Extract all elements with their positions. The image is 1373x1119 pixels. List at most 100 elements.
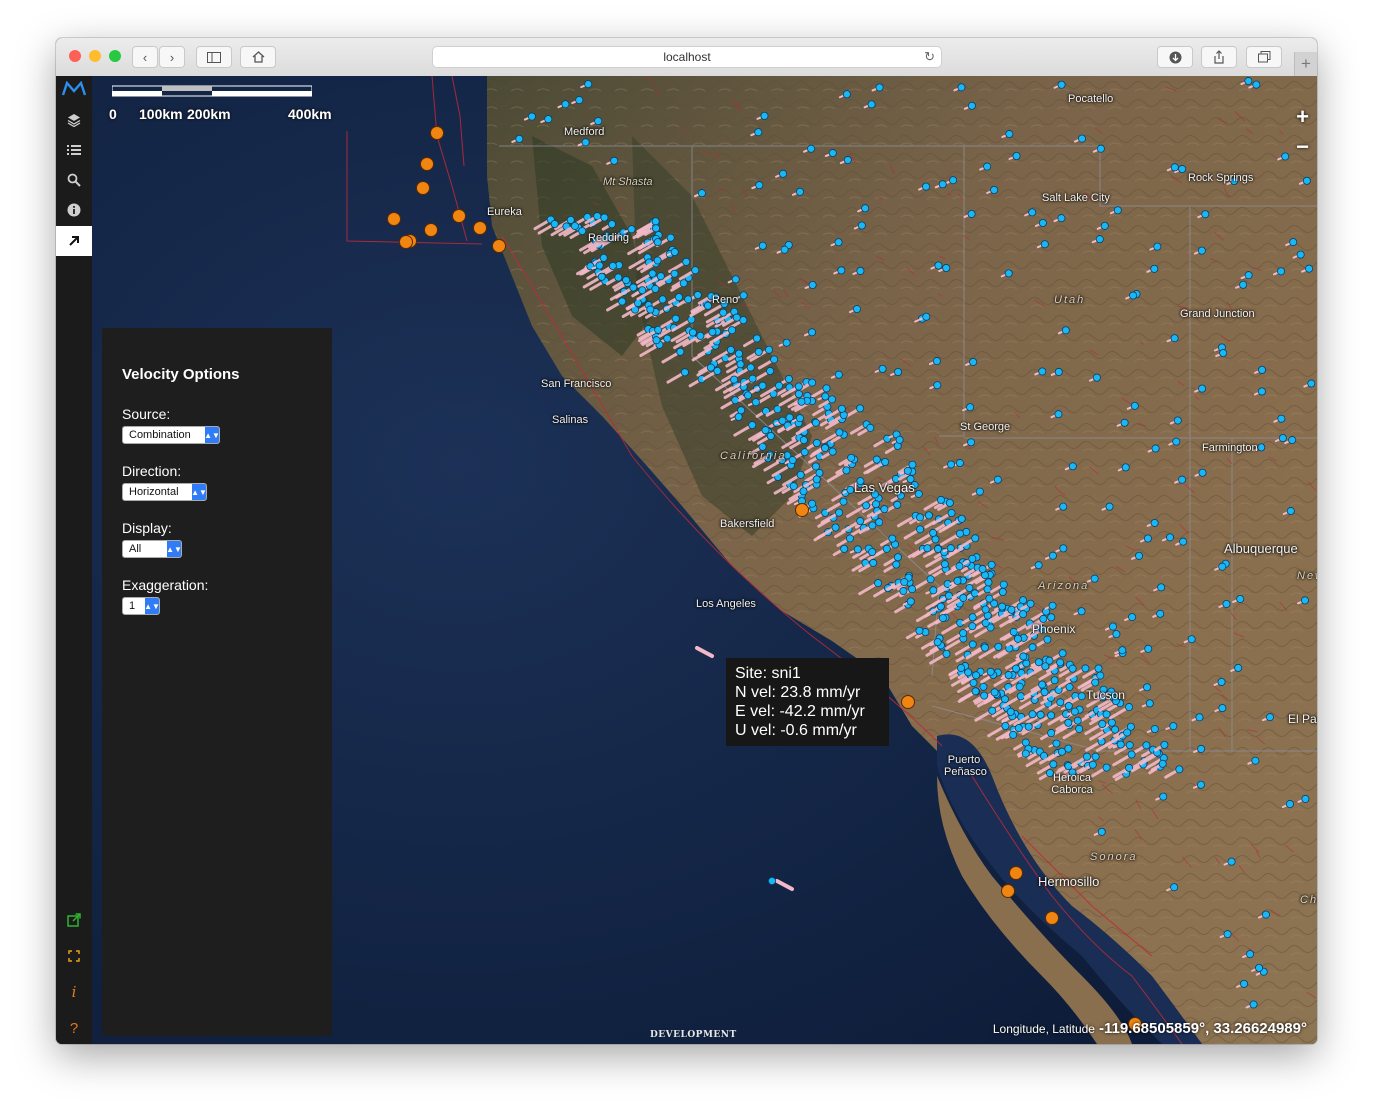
gps-station[interactable]	[845, 534, 854, 543]
gps-station[interactable]	[888, 534, 897, 543]
gps-station[interactable]	[990, 688, 999, 697]
gps-station[interactable]	[544, 115, 553, 124]
gps-station[interactable]	[1165, 533, 1174, 542]
gps-station[interactable]	[998, 602, 1007, 611]
gps-station[interactable]	[1197, 744, 1206, 753]
gps-station[interactable]	[688, 328, 697, 337]
gps-station[interactable]	[670, 269, 679, 278]
gps-station[interactable]	[1130, 401, 1139, 410]
gps-station[interactable]	[682, 257, 691, 266]
earthquake-marker[interactable]	[1045, 911, 1059, 925]
gps-station[interactable]	[880, 505, 889, 514]
gps-station[interactable]	[794, 390, 803, 399]
gps-station[interactable]	[1178, 165, 1187, 174]
gps-station[interactable]	[1009, 730, 1018, 739]
gps-station[interactable]	[957, 514, 966, 523]
gps-station[interactable]	[1047, 711, 1056, 720]
gps-station[interactable]	[614, 273, 623, 282]
gps-station[interactable]	[1048, 601, 1057, 610]
tool-search[interactable]	[56, 166, 92, 194]
gps-station[interactable]	[1092, 373, 1101, 382]
gps-station[interactable]	[856, 517, 865, 526]
gps-station[interactable]	[1129, 291, 1138, 300]
gps-station[interactable]	[822, 384, 831, 393]
gps-station[interactable]	[964, 668, 973, 677]
gps-station[interactable]	[1123, 728, 1132, 737]
gps-station[interactable]	[867, 100, 876, 109]
gps-station[interactable]	[808, 378, 817, 387]
gps-station[interactable]	[1021, 749, 1030, 758]
gps-station[interactable]	[808, 281, 817, 290]
direction-select[interactable]: Horizontal ▲▼	[122, 483, 207, 501]
gps-station[interactable]	[986, 667, 995, 676]
gps-station[interactable]	[820, 444, 829, 453]
gps-station[interactable]	[713, 366, 722, 375]
reload-icon[interactable]: ↻	[924, 49, 935, 65]
gps-station[interactable]	[658, 295, 667, 304]
tabs-overview-button[interactable]	[1246, 46, 1282, 68]
gps-station[interactable]	[1218, 704, 1227, 713]
gps-station[interactable]	[1198, 384, 1207, 393]
gps-station[interactable]	[983, 585, 992, 594]
gps-station[interactable]	[1005, 130, 1014, 139]
gps-station[interactable]	[1056, 658, 1065, 667]
gps-station[interactable]	[1277, 414, 1286, 423]
gps-station[interactable]	[1125, 703, 1134, 712]
gps-station[interactable]	[945, 498, 954, 507]
gps-station[interactable]	[684, 295, 693, 304]
gps-station[interactable]	[1222, 599, 1231, 608]
gps-station[interactable]	[868, 521, 877, 530]
gps-station[interactable]	[731, 275, 740, 284]
gps-station[interactable]	[674, 293, 683, 302]
gps-station[interactable]	[899, 587, 908, 596]
gps-station[interactable]	[1012, 664, 1021, 673]
gps-station[interactable]	[1286, 507, 1295, 516]
gps-station[interactable]	[754, 347, 763, 356]
gps-station[interactable]	[933, 381, 942, 390]
gps-station[interactable]	[1236, 594, 1245, 603]
earthquake-marker[interactable]	[424, 223, 438, 237]
gps-station[interactable]	[618, 297, 627, 306]
gps-station[interactable]	[515, 134, 524, 143]
gps-station[interactable]	[1082, 752, 1091, 761]
gps-station[interactable]	[1036, 710, 1045, 719]
gps-station[interactable]	[846, 485, 855, 494]
gps-station[interactable]	[652, 224, 661, 233]
gps-station[interactable]	[923, 544, 932, 553]
gps-station[interactable]	[760, 111, 769, 120]
gps-station[interactable]	[1150, 725, 1159, 734]
gps-station[interactable]	[1169, 722, 1178, 731]
gps-station[interactable]	[1077, 607, 1086, 616]
gps-station[interactable]	[1057, 80, 1066, 89]
gps-station[interactable]	[987, 560, 996, 569]
gps-station[interactable]	[1153, 242, 1162, 251]
gps-station[interactable]	[906, 597, 915, 606]
gps-station[interactable]	[782, 338, 791, 347]
gps-station[interactable]	[629, 283, 638, 292]
gps-station[interactable]	[1197, 246, 1206, 255]
home-button[interactable]	[240, 46, 276, 68]
earthquake-marker[interactable]	[1009, 866, 1023, 880]
gps-station[interactable]	[1112, 630, 1121, 639]
gps-station[interactable]	[944, 591, 953, 600]
gps-station[interactable]	[1038, 367, 1047, 376]
gps-station[interactable]	[938, 614, 947, 623]
gps-station[interactable]	[550, 219, 559, 228]
gps-station[interactable]	[1257, 443, 1266, 452]
gps-station[interactable]	[584, 80, 593, 89]
gps-station[interactable]	[748, 421, 757, 430]
gps-station[interactable]	[1034, 658, 1043, 667]
gps-station[interactable]	[1157, 583, 1166, 592]
gps-station[interactable]	[955, 562, 964, 571]
gps-station[interactable]	[929, 528, 938, 537]
gps-station[interactable]	[1145, 699, 1154, 708]
gps-station[interactable]	[1077, 134, 1086, 143]
gps-station[interactable]	[929, 586, 938, 595]
gps-station[interactable]	[892, 560, 901, 569]
app-logo[interactable]	[56, 76, 92, 102]
gps-station[interactable]	[1091, 678, 1100, 687]
gps-station[interactable]	[1307, 379, 1316, 388]
gps-station[interactable]	[754, 128, 763, 137]
gps-station[interactable]	[1217, 677, 1226, 686]
gps-station[interactable]	[1056, 698, 1065, 707]
